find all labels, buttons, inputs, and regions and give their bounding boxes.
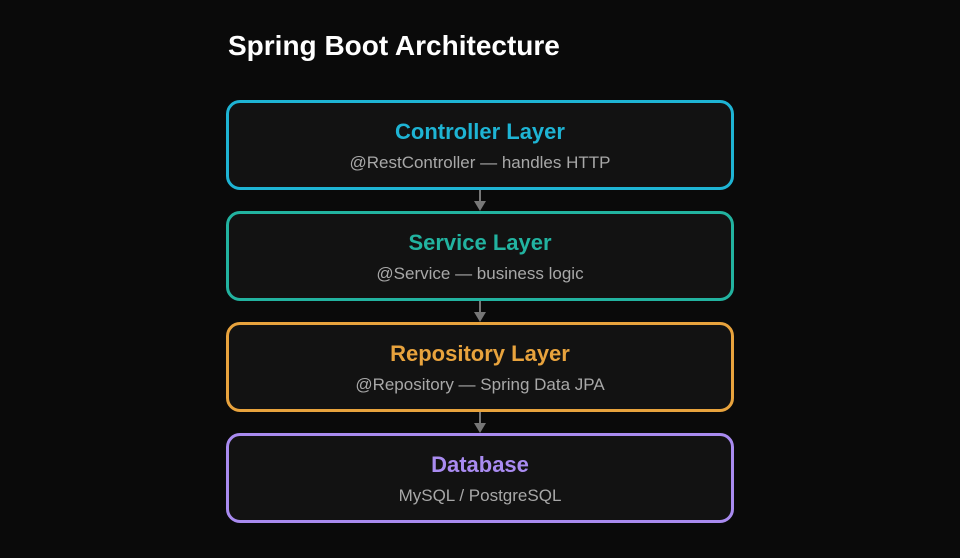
layer-name: Database — [431, 452, 529, 477]
service-layer-box: Service Layer @Service — business logic — [226, 211, 734, 301]
layer-name: Repository Layer — [390, 341, 570, 366]
down-arrow-icon — [474, 412, 486, 434]
layer-name: Service Layer — [408, 230, 552, 255]
diagram-title: Spring Boot Architecture — [228, 30, 560, 61]
layer-description: MySQL / PostgreSQL — [398, 486, 562, 505]
down-arrow-icon — [474, 301, 486, 323]
layer-description: @Service — business logic — [376, 264, 584, 283]
repository-layer-box: Repository Layer @Repository — Spring Da… — [226, 322, 734, 412]
database-layer-box: Database MySQL / PostgreSQL — [226, 433, 734, 523]
down-arrow-icon — [474, 190, 486, 212]
layer-name: Controller Layer — [395, 119, 565, 144]
layer-description: @Repository — Spring Data JPA — [355, 375, 605, 394]
controller-layer-box: Controller Layer @RestController — handl… — [226, 100, 734, 190]
layer-description: @RestController — handles HTTP — [349, 153, 611, 172]
